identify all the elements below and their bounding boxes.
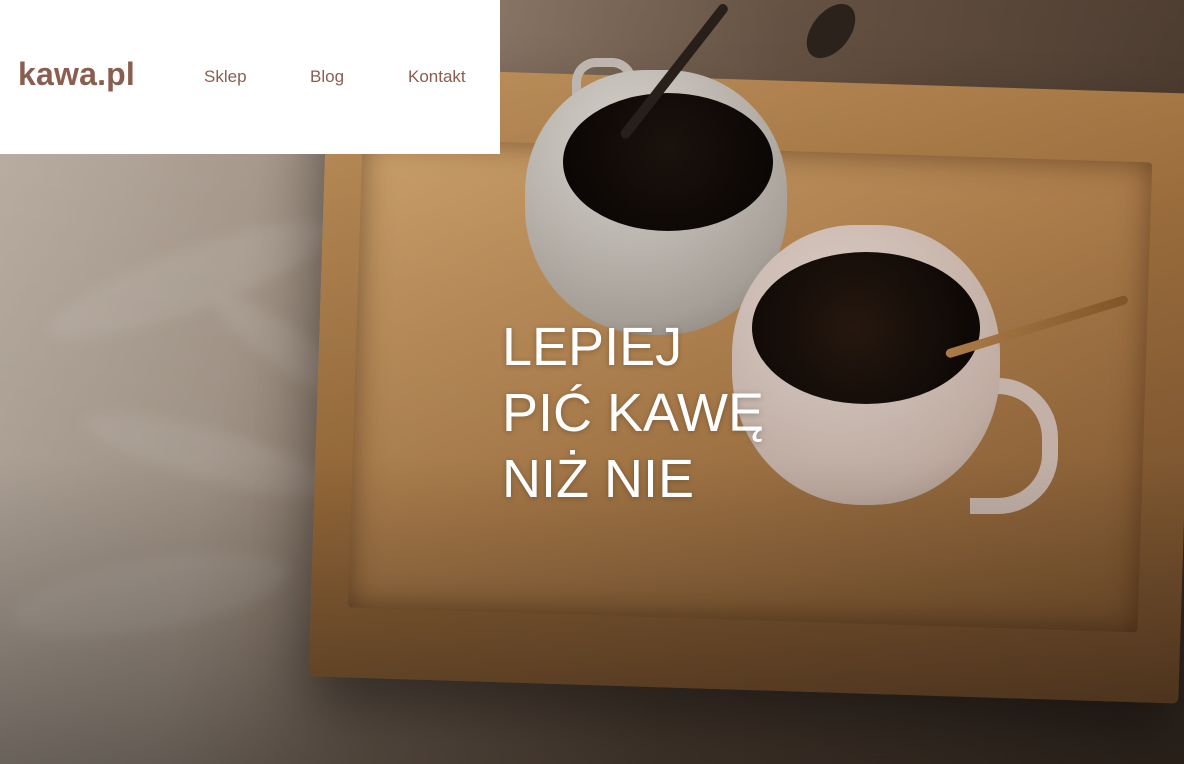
nav-link-sklep[interactable]: Sklep	[204, 67, 247, 87]
top-navigation: kawa.pl Sklep Blog Kontakt	[0, 0, 500, 154]
nav-link-kontakt[interactable]: Kontakt	[408, 67, 466, 87]
headline-line-3: NIŻ NIE	[502, 449, 695, 509]
hero-headline: LEPIEJ PIĆ KAWĘ NIŻ NIE	[502, 314, 922, 512]
headline-line-2: PIĆ KAWĘ	[502, 383, 765, 443]
site-logo[interactable]: kawa.pl	[18, 56, 135, 93]
headline-line-1: LEPIEJ	[502, 317, 683, 377]
nav-link-blog[interactable]: Blog	[310, 67, 344, 87]
